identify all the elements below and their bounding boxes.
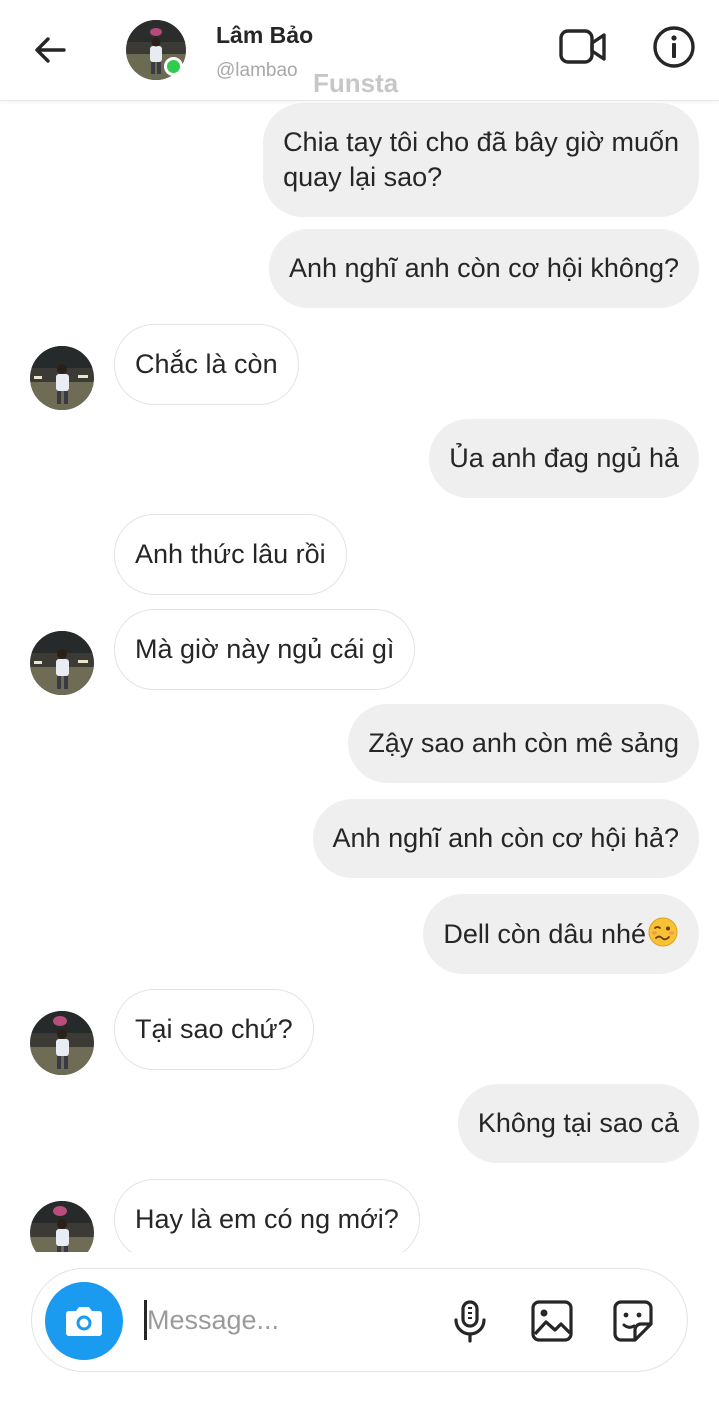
message-thread: Chia tay tôi cho đã bây giờ muốn quay lạ… bbox=[0, 100, 719, 1252]
message-text: Không tại sao cả bbox=[477, 1108, 679, 1138]
message-text: Hay là em có ng mới? bbox=[135, 1204, 399, 1234]
message-bubble-sent[interactable]: Anh nghĩ anh còn cơ hội hả? bbox=[312, 799, 699, 878]
back-button[interactable] bbox=[30, 30, 70, 70]
watermark: Funsta bbox=[313, 68, 399, 98]
message-text: Mà giờ này ngủ cái gì bbox=[135, 634, 395, 664]
message-input[interactable] bbox=[147, 1296, 427, 1344]
message-text: Anh nghĩ anh còn cơ hội hả? bbox=[332, 823, 679, 853]
sender-avatar[interactable] bbox=[30, 1201, 94, 1252]
info-icon bbox=[653, 26, 695, 68]
sender-avatar[interactable] bbox=[30, 346, 94, 410]
message-bubble-sent[interactable]: Zậy sao anh còn mê sảng bbox=[348, 704, 699, 783]
message-text: Anh nghĩ anh còn cơ hội không? bbox=[289, 253, 679, 283]
message-bubble-sent[interactable]: Anh nghĩ anh còn cơ hội không? bbox=[269, 229, 699, 308]
message-text: Zậy sao anh còn mê sảng bbox=[368, 728, 679, 758]
message-bubble-received[interactable]: Anh thức lâu rồi bbox=[114, 514, 347, 595]
contact-name[interactable]: Lâm Bảo bbox=[216, 22, 313, 49]
microphone-icon bbox=[454, 1300, 486, 1343]
sticker-icon bbox=[613, 1300, 653, 1342]
message-bubble-received[interactable]: Chắc là còn bbox=[114, 324, 299, 405]
message-bubble-sent[interactable]: Dell còn dâu nhé bbox=[423, 894, 699, 974]
info-button[interactable] bbox=[652, 25, 696, 69]
message-bubble-sent[interactable]: Chia tay tôi cho đã bây giờ muốn quay lạ… bbox=[263, 103, 699, 217]
message-text: Dell còn dâu nhé bbox=[443, 919, 646, 949]
back-arrow-icon bbox=[35, 37, 66, 63]
gallery-button[interactable] bbox=[530, 1298, 574, 1344]
gallery-icon bbox=[531, 1300, 573, 1342]
camera-icon bbox=[66, 1307, 102, 1336]
camera-button[interactable] bbox=[45, 1282, 123, 1360]
woozy-face-emoji-icon bbox=[648, 917, 678, 947]
video-call-button[interactable] bbox=[557, 26, 609, 68]
message-bubble-received[interactable]: Tại sao chứ? bbox=[114, 989, 314, 1070]
message-text: Chắc là còn bbox=[135, 349, 278, 379]
message-text: quay lại sao? bbox=[283, 162, 443, 192]
message-bubble-sent[interactable]: Ủa anh đag ngủ hả bbox=[429, 419, 699, 498]
message-text: Anh thức lâu rồi bbox=[135, 539, 326, 569]
message-bubble-received[interactable]: Mà giờ này ngủ cái gì bbox=[114, 609, 416, 690]
message-bubble-received[interactable]: Hay là em có ng mới? bbox=[114, 1179, 420, 1252]
message-bubble-sent[interactable]: Không tại sao cả bbox=[457, 1084, 699, 1163]
video-call-icon bbox=[559, 29, 606, 64]
sender-avatar[interactable] bbox=[30, 631, 94, 695]
microphone-button[interactable] bbox=[448, 1298, 492, 1344]
sticker-button[interactable] bbox=[611, 1298, 655, 1344]
sender-avatar[interactable] bbox=[30, 1011, 94, 1075]
message-text: Tại sao chứ? bbox=[135, 1014, 293, 1044]
message-text: Ủa anh đag ngủ hả bbox=[449, 443, 679, 473]
online-status-dot bbox=[164, 57, 183, 76]
contact-handle: @lambao bbox=[216, 60, 298, 81]
message-text: Chia tay tôi cho đã bây giờ muốn bbox=[283, 127, 679, 157]
